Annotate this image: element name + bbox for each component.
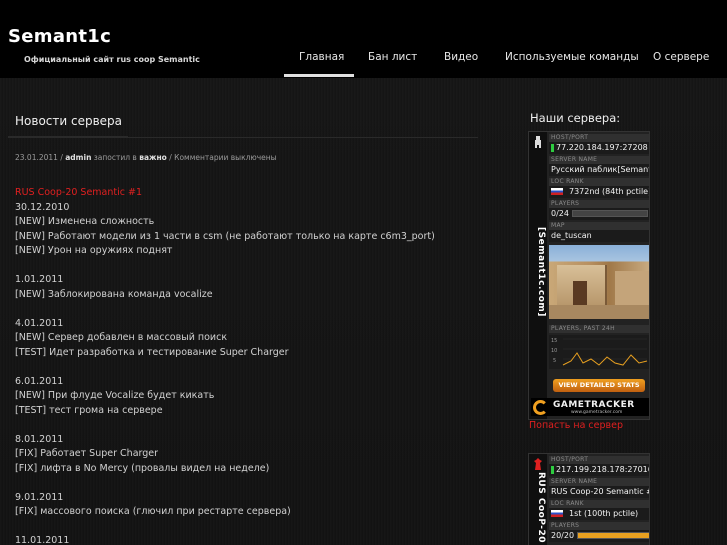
post-line: [NEW] Урон на оружиях поднят xyxy=(15,245,173,256)
server-widget-2[interactable]: RUS CooP-20 S HOST/PORT 217.199.218.178:… xyxy=(528,453,650,545)
players-label: PLAYERS xyxy=(549,200,649,208)
players-bar xyxy=(577,532,649,539)
section-title-underline xyxy=(8,136,128,138)
post-spacer xyxy=(15,476,485,491)
widget-side-panel: RUS CooP-20 S xyxy=(529,454,547,545)
svg-text:5: 5 xyxy=(553,358,556,364)
post-spacer xyxy=(15,259,485,274)
post-spacer xyxy=(15,360,485,375)
zombie-hand-icon xyxy=(534,458,542,470)
post-line: 30.12.2010 xyxy=(15,201,70,213)
post-body: RUS Coop-20 Semantic #1 30.12.2010 [NEW] … xyxy=(15,186,485,545)
nav-item-home[interactable]: Главная xyxy=(299,51,344,63)
post-date: 23.01.2011 xyxy=(15,153,58,162)
rank-value: 7372nd (84th pctile) xyxy=(549,186,649,198)
post-line: [NEW] Заблокирована команда vocalize xyxy=(15,288,213,300)
post-line: 8.01.2011 xyxy=(15,433,64,445)
players-bar xyxy=(571,210,648,217)
join-server-link[interactable]: Попасть на сервер xyxy=(529,420,623,431)
post-spacer xyxy=(15,520,485,535)
svg-text:15: 15 xyxy=(551,338,557,344)
russia-flag-icon xyxy=(551,510,563,517)
online-status-icon xyxy=(551,465,554,474)
players-value: 20/20 xyxy=(549,530,649,542)
sidebar-title: Наши сервера: xyxy=(530,111,621,125)
post-spacer xyxy=(15,302,485,317)
post-line: 9.01.2011 xyxy=(15,491,64,503)
post-line: 6.01.2011 xyxy=(15,375,64,387)
nav-item-video[interactable]: Видео xyxy=(444,51,478,63)
svg-text:10: 10 xyxy=(551,348,557,354)
nav-item-about[interactable]: О сервере xyxy=(653,51,709,63)
site-title[interactable]: Semant1c xyxy=(8,26,111,47)
map-value: de_tuscan xyxy=(549,230,649,242)
server-name-label: SERVER NAME xyxy=(549,156,649,164)
main-nav: Главная Бан лист Видео Используемые кома… xyxy=(0,51,727,78)
post-line: [TEST] Идет разработка и тестирование Su… xyxy=(15,346,289,358)
server-name-label: SERVER NAME xyxy=(549,478,649,486)
russia-flag-icon xyxy=(551,188,563,195)
widget-side-text: RUS CooP-20 S xyxy=(536,472,546,545)
soldier-icon xyxy=(535,136,541,148)
host-value: 217.199.218.178:27016 xyxy=(549,464,649,476)
host-value: 77.220.184.197:27208 xyxy=(549,142,649,154)
post-lines: 30.12.2010 [NEW] Изменена сложность [NEW] … xyxy=(15,201,485,545)
server-name-value: Русский паблик[Semant1 xyxy=(549,164,649,176)
post-line: [TEST] тест грома на сервере xyxy=(15,404,163,416)
post-line: [FIX] лифта в No Mercy (провалы видел на… xyxy=(15,462,270,474)
rank-value: 1st (100th pctile) xyxy=(549,508,649,520)
map-preview-image xyxy=(549,245,649,319)
map-label: MAP xyxy=(549,222,649,230)
server-name-value: RUS Coop-20 Semantic #1 xyxy=(549,486,649,498)
host-label: HOST/PORT xyxy=(549,134,649,142)
server-widget-1[interactable]: [Semant1c.com] HOST/PORT 77.220.184.197:… xyxy=(528,131,650,420)
nav-item-ban-list[interactable]: Бан лист xyxy=(368,51,417,63)
players-value: 0/24 xyxy=(549,208,649,220)
players-history-graph: 15 10 5 xyxy=(549,335,649,369)
post-line: 4.01.2011 xyxy=(15,317,64,329)
section-title: Новости сервера xyxy=(15,114,123,128)
loc-rank-label: LOC RANK xyxy=(549,500,649,508)
post-comments-status: / Комментарии выключены xyxy=(166,153,277,162)
gametracker-logo[interactable]: GAMETRACKER www.gametracker.com xyxy=(531,398,649,416)
section-divider xyxy=(128,137,478,138)
players-bar-fill xyxy=(578,533,649,538)
players-history-label: PLAYERS, PAST 24H xyxy=(549,325,649,333)
players-label: PLAYERS xyxy=(549,522,649,530)
post-line: [NEW] Работают модели из 1 части в csm (… xyxy=(15,230,435,242)
post-line: [NEW] Изменена сложность xyxy=(15,216,155,227)
players-history-chart: 15 10 5 xyxy=(551,338,648,366)
widget-side-panel: [Semant1c.com] xyxy=(529,132,547,419)
widget-side-text: [Semant1c.com] xyxy=(536,227,546,317)
post-line: [NEW] При флуде Vocalize будет кикать xyxy=(15,390,215,401)
post-line: 1.01.2011 xyxy=(15,274,64,285)
post-line: 11.01.2011 xyxy=(15,535,70,545)
host-label: HOST/PORT xyxy=(549,456,649,464)
post-line: [FIX] массового поиска (глючил при реста… xyxy=(15,506,291,517)
view-stats-button[interactable]: VIEW DETAILED STATS xyxy=(553,379,645,392)
nav-active-indicator xyxy=(284,74,354,77)
nav-item-commands[interactable]: Используемые команды xyxy=(505,51,639,63)
post-line: [FIX] Работает Super Charger xyxy=(15,448,159,459)
post-category[interactable]: важно xyxy=(139,153,167,162)
post-title-link[interactable]: RUS Coop-20 Semantic #1 xyxy=(15,186,485,201)
gametracker-icon xyxy=(533,400,548,415)
online-status-icon xyxy=(551,143,554,152)
post-meta: 23.01.2011 / admin запостил в важно / Ко… xyxy=(15,153,277,162)
post-line: [NEW] Сервер добавлен в массовый поиск xyxy=(15,332,228,343)
loc-rank-label: LOC RANK xyxy=(549,178,649,186)
post-author[interactable]: admin xyxy=(65,153,91,162)
post-spacer xyxy=(15,418,485,433)
